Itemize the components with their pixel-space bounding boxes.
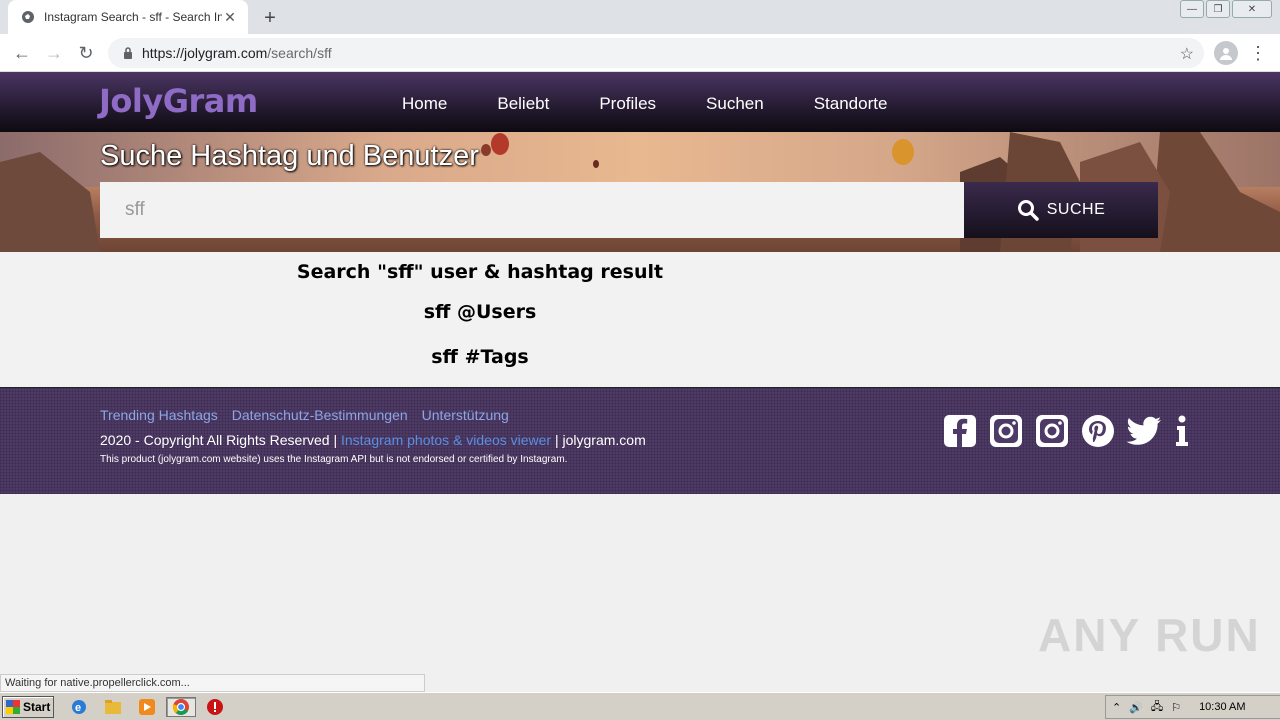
system-tray: ⌃ 🔊 🖧 ⚐ 10:30 AM [1105,695,1280,719]
hero-title: Suche Hashtag und Benutzer [100,140,479,172]
browser-toolbar: ← → ↻ https://jolygram.com/search/sff ☆ … [0,34,1280,72]
tags-heading: sff #Tags [431,346,529,368]
page-blank-area [0,494,1280,692]
search-button-label: SUCHE [1046,201,1106,218]
info-icon[interactable] [1172,413,1192,449]
clock[interactable]: 10:30 AM [1199,701,1245,713]
windows-logo-icon [6,700,20,714]
pinterest-icon[interactable] [1080,413,1116,449]
nav-beliebt[interactable]: Beliebt [497,94,549,114]
file-explorer-icon[interactable] [102,697,124,717]
browser-status-bar: Waiting for native.propellerclick.com... [0,674,425,692]
nav-home[interactable]: Home [402,94,447,114]
search-input[interactable]: sff [100,182,964,238]
taskbar: Start e ⌃ 🔊 🖧 ⚐ 10:30 AM [0,692,1280,720]
tab-strip: Instagram Search - sff - Search In ✕ + —… [0,0,1280,34]
url-host: https://jolygram.com [142,45,268,61]
window-controls: — ❐ ✕ [1180,0,1272,18]
profile-avatar-icon[interactable] [1214,41,1238,65]
restore-button[interactable]: ❐ [1206,0,1230,18]
disclaimer: This product (jolygram.com website) uses… [100,454,568,465]
internet-explorer-icon[interactable]: e [68,697,90,717]
footer-links: Trending Hashtags Datenschutz-Bestimmung… [100,407,509,423]
copyright-suffix: | jolygram.com [554,432,646,448]
site-footer: Trending Hashtags Datenschutz-Bestimmung… [0,387,1280,494]
footer-link-support[interactable]: Unterstützung [422,407,509,423]
copyright-viewer-link[interactable]: Instagram photos & videos viewer [341,432,551,448]
bookmark-star-icon[interactable]: ☆ [1180,44,1194,64]
browser-tab[interactable]: Instagram Search - sff - Search In ✕ [8,0,248,34]
tray-expand-icon[interactable]: ⌃ [1112,701,1121,714]
start-label: Start [23,700,51,714]
main-nav: Home Beliebt Profiles Suchen Standorte [402,94,937,114]
network-icon[interactable]: 🖧 [1151,698,1163,717]
site-logo[interactable]: JolyGram [99,82,258,120]
chrome-taskbar-icon[interactable] [166,697,196,717]
media-player-icon[interactable] [136,697,158,717]
back-icon[interactable]: ← [10,41,34,65]
search-button[interactable]: SUCHE [964,182,1158,238]
start-button[interactable]: Start [2,696,54,718]
site-header: JolyGram Home Beliebt Profiles Suchen St… [0,72,1280,132]
address-bar[interactable]: https://jolygram.com/search/sff ☆ [108,38,1204,68]
watermark-logo: ANY RUN [1038,609,1261,661]
lock-icon [120,45,136,61]
copyright-prefix: 2020 - Copyright All Rights Reserved | [100,432,338,448]
twitter-icon[interactable] [1126,413,1162,449]
social-icons [942,413,1192,449]
globe-icon [20,9,36,25]
close-tab-icon[interactable]: ✕ [222,9,238,25]
results-section: Search "sff" user & hashtag result sff @… [0,252,1280,387]
hero-banner: Suche Hashtag und Benutzer sff SUCHE [0,132,1280,252]
footer-link-trending[interactable]: Trending Hashtags [100,407,218,423]
minimize-button[interactable]: — [1180,0,1204,18]
close-window-button[interactable]: ✕ [1232,0,1272,18]
facebook-icon[interactable] [942,413,978,449]
instagram-icon[interactable] [988,413,1024,449]
nav-profiles[interactable]: Profiles [599,94,656,114]
reload-icon[interactable]: ↻ [74,41,98,65]
svg-text:e: e [75,702,81,714]
users-heading: sff @Users [423,301,537,323]
antivirus-stop-icon[interactable] [204,697,226,717]
nav-suchen[interactable]: Suchen [706,94,764,114]
nav-standorte[interactable]: Standorte [814,94,888,114]
tab-title: Instagram Search - sff - Search In [44,10,222,24]
instagram-alt-icon[interactable] [1034,413,1070,449]
action-center-flag-icon[interactable]: ⚐ [1171,701,1181,714]
url-path: /search/sff [267,45,332,61]
footer-link-privacy[interactable]: Datenschutz-Bestimmungen [232,407,408,423]
forward-icon[interactable]: → [42,41,66,65]
volume-icon[interactable]: 🔊 [1129,701,1143,714]
copyright: 2020 - Copyright All Rights Reserved | I… [100,432,646,448]
url-text: https://jolygram.com/search/sff [142,45,332,61]
browser-menu-icon[interactable]: ⋮ [1248,41,1268,65]
search-icon [1017,199,1039,221]
results-heading: Search "sff" user & hashtag result [296,261,664,283]
new-tab-button[interactable]: + [258,6,282,30]
